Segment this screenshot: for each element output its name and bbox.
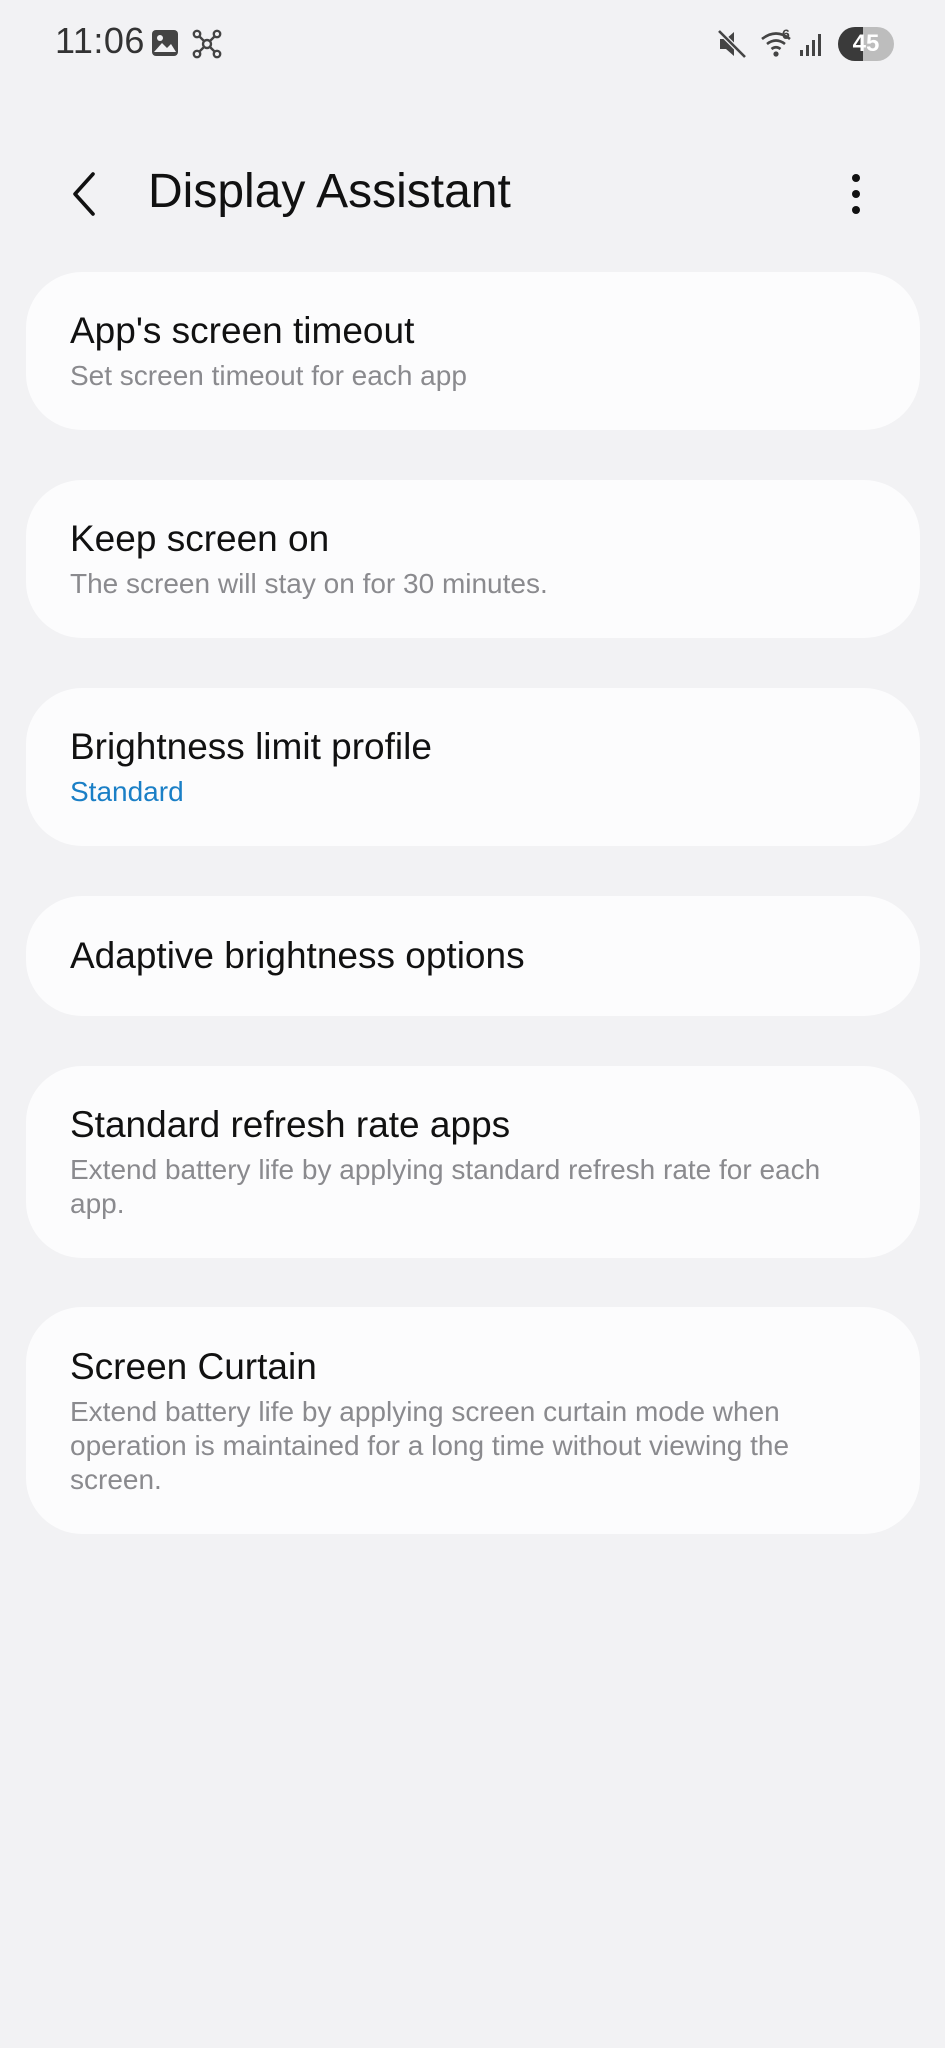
battery-level: 45: [852, 30, 880, 57]
setting-keep-screen-on[interactable]: Keep screen on The screen will stay on f…: [26, 480, 920, 638]
more-vertical-icon: [852, 174, 860, 214]
setting-subtitle: Set screen timeout for each app: [70, 360, 467, 391]
more-options-button[interactable]: [836, 166, 876, 222]
page-title: Display Assistant: [148, 165, 511, 218]
setting-title: Screen Curtain: [70, 1345, 317, 1387]
setting-app-screen-timeout[interactable]: App's screen timeout Set screen timeout …: [26, 272, 920, 430]
status-time: 11:06: [55, 20, 145, 61]
setting-standard-refresh-rate-apps[interactable]: Standard refresh rate apps Extend batter…: [26, 1066, 920, 1258]
app-bar: Display Assistant: [0, 150, 945, 236]
network-type-label: 6: [782, 26, 790, 42]
setting-subtitle: Extend battery life by applying screen c…: [70, 1395, 790, 1495]
setting-value: Standard: [70, 776, 184, 807]
back-button[interactable]: [60, 166, 116, 222]
setting-title: Brightness limit profile: [70, 726, 432, 767]
setting-screen-curtain[interactable]: Screen Curtain Extend battery life by ap…: [26, 1307, 920, 1534]
mute-icon: [717, 29, 747, 59]
setting-title: Standard refresh rate apps: [70, 1104, 511, 1145]
setting-subtitle: The screen will stay on for 30 minutes.: [70, 568, 548, 599]
setting-title: Adaptive brightness options: [70, 935, 525, 976]
setting-brightness-limit-profile[interactable]: Brightness limit profile Standard: [26, 688, 920, 846]
setting-title: App's screen timeout: [70, 310, 415, 351]
setting-subtitle: Extend battery life by applying standard…: [70, 1154, 821, 1219]
network-share-icon: [192, 29, 222, 59]
setting-adaptive-brightness-options[interactable]: Adaptive brightness options: [26, 896, 920, 1016]
setting-title: Keep screen on: [70, 518, 330, 559]
battery-indicator: 45: [838, 27, 894, 61]
gallery-icon: [152, 30, 178, 56]
chevron-left-icon: [73, 172, 95, 216]
status-bar: 11:06 6 45: [0, 0, 945, 90]
signal-icon: [800, 34, 821, 56]
